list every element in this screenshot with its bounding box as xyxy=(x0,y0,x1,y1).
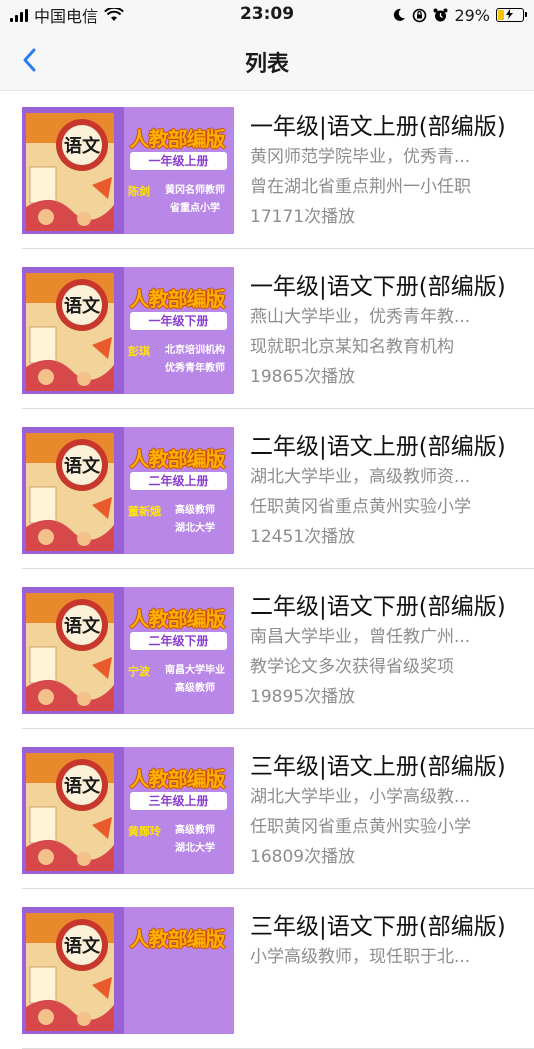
svg-text:语文: 语文 xyxy=(64,615,101,637)
teacher-education: 黄冈师范学院毕业，优秀青... xyxy=(250,147,471,167)
course-title: 三年级|语文上册(部编版) xyxy=(250,754,506,780)
play-count: 16809次播放 xyxy=(250,847,356,867)
teacher-education: 南昌大学毕业，曾任教广州... xyxy=(250,627,471,647)
course-list-item[interactable]: 语文 人教部编版 三年级上册 黄郧玲 高级教师 湖北大学 三年级|语文上册(部编… xyxy=(0,731,534,889)
course-thumbnail: 语文 人教部编版 二年级下册 宁波 南昌大学毕业 高级教师 xyxy=(22,587,234,714)
textbook-cover-image: 语文 xyxy=(22,907,124,1034)
divider xyxy=(22,728,534,729)
alarm-icon xyxy=(433,8,448,21)
course-list-item[interactable]: 语文 人教部编版 一年级下册 彭琪 北京培训机构 优秀青年教师 一年级|语文下册… xyxy=(0,251,534,409)
teacher-description: 南昌大学毕业 高级教师 xyxy=(160,662,230,698)
svg-text:语文: 语文 xyxy=(64,775,101,797)
svg-text:语文: 语文 xyxy=(64,455,101,477)
course-title: 三年级|语文下册(部编版) xyxy=(250,914,506,940)
teacher-name: 董新娥 xyxy=(128,505,161,518)
battery-icon xyxy=(496,8,527,22)
course-title: 二年级|语文下册(部编版) xyxy=(250,594,506,620)
teacher-description-line: 南昌大学毕业 xyxy=(165,665,225,676)
grade-label: 二年级下册 xyxy=(130,632,227,650)
banner-label: 人教部编版 xyxy=(129,447,226,471)
grade-label: 一年级下册 xyxy=(130,312,227,330)
svg-text:语文: 语文 xyxy=(64,135,101,157)
teacher-education: 燕山大学毕业，优秀青年教... xyxy=(250,307,471,327)
textbook-cover-image: 语文 xyxy=(22,267,124,394)
course-thumbnail: 语文 人教部编版 xyxy=(22,907,234,1034)
teacher-position: 任职黄冈省重点黄州实验小学 xyxy=(250,817,471,837)
course-thumbnail: 语文 人教部编版 二年级上册 董新娥 高级教师 湖北大学 xyxy=(22,427,234,554)
teacher-position: 任职黄冈省重点黄州实验小学 xyxy=(250,497,471,517)
course-thumbnail: 语文 人教部编版 一年级下册 彭琪 北京培训机构 优秀青年教师 xyxy=(22,267,234,394)
course-thumbnail: 语文 人教部编版 三年级上册 黄郧玲 高级教师 湖北大学 xyxy=(22,747,234,874)
svg-text:语文: 语文 xyxy=(64,935,101,957)
teacher-description-line: 黄冈名师教师 xyxy=(165,185,225,196)
banner-label: 人教部编版 xyxy=(129,287,226,311)
teacher-education: 小学高级教师，现任职于北... xyxy=(250,947,471,967)
course-list-item[interactable]: 语文 人教部编版 三年级|语文下册(部编版) 小学高级教师，现任职于北... xyxy=(0,891,534,1049)
status-right: 29% xyxy=(392,5,527,25)
course-title: 二年级|语文上册(部编版) xyxy=(250,434,506,460)
divider xyxy=(22,568,534,569)
teacher-description: 高级教师 湖北大学 xyxy=(160,502,230,538)
grade-label: 三年级上册 xyxy=(130,792,227,810)
teacher-description-line: 北京培训机构 xyxy=(165,345,225,356)
textbook-cover-image: 语文 xyxy=(22,587,124,714)
status-bar: 中国电信 23:09 29% xyxy=(0,0,534,30)
grade-label: 一年级上册 xyxy=(130,152,227,170)
teacher-description-line: 优秀青年教师 xyxy=(165,363,225,374)
textbook-cover-image: 语文 xyxy=(22,427,124,554)
course-thumbnail: 语文 人教部编版 一年级上册 陈剑 黄冈名师教师 省重点小学 xyxy=(22,107,234,234)
battery-percent: 29% xyxy=(454,5,490,25)
teacher-position: 教学论文多次获得省级奖项 xyxy=(250,657,454,677)
moon-icon xyxy=(394,8,406,21)
grade-label: 二年级上册 xyxy=(130,472,227,490)
course-list-item[interactable]: 语文 人教部编版 一年级上册 陈剑 黄冈名师教师 省重点小学 一年级|语文上册(… xyxy=(0,91,534,249)
teacher-name: 彭琪 xyxy=(128,345,150,358)
teacher-education: 湖北大学毕业，小学高级教... xyxy=(250,787,471,807)
banner-label: 人教部编版 xyxy=(129,607,226,631)
play-count: 19895次播放 xyxy=(250,687,356,707)
teacher-description-line: 省重点小学 xyxy=(170,203,220,214)
divider xyxy=(22,408,534,409)
course-title: 一年级|语文上册(部编版) xyxy=(250,114,506,140)
rotation-lock-icon xyxy=(413,8,427,22)
course-list-item[interactable]: 语文 人教部编版 二年级上册 董新娥 高级教师 湖北大学 二年级|语文上册(部编… xyxy=(0,411,534,569)
teacher-description-line: 高级教师 xyxy=(175,505,215,516)
teacher-description-line: 湖北大学 xyxy=(175,523,215,534)
teacher-description-line: 高级教师 xyxy=(175,683,215,694)
teacher-description: 黄冈名师教师 省重点小学 xyxy=(160,182,230,218)
teacher-description: 北京培训机构 优秀青年教师 xyxy=(160,342,230,378)
teacher-name: 宁波 xyxy=(128,665,150,678)
teacher-position: 现就职北京某知名教育机构 xyxy=(250,337,454,357)
svg-text:语文: 语文 xyxy=(64,295,101,317)
textbook-cover-image: 语文 xyxy=(22,107,124,234)
divider xyxy=(22,248,534,249)
divider xyxy=(22,888,534,889)
teacher-description: 高级教师 湖北大学 xyxy=(160,822,230,858)
banner-label: 人教部编版 xyxy=(129,927,226,951)
teacher-description-line: 高级教师 xyxy=(175,825,215,836)
navigation-bar: 列表 xyxy=(0,30,534,91)
teacher-description-line: 湖北大学 xyxy=(175,843,215,854)
page-title: 列表 xyxy=(244,52,289,77)
textbook-cover-image: 语文 xyxy=(22,747,124,874)
play-count: 17171次播放 xyxy=(250,207,356,227)
teacher-name: 黄郧玲 xyxy=(128,825,161,838)
play-count: 12451次播放 xyxy=(250,527,356,547)
banner-label: 人教部编版 xyxy=(129,127,226,151)
banner-label: 人教部编版 xyxy=(129,767,226,791)
teacher-education: 湖北大学毕业，高级教师资... xyxy=(250,467,471,487)
course-title: 一年级|语文下册(部编版) xyxy=(250,274,506,300)
play-count: 19865次播放 xyxy=(250,367,356,387)
teacher-name: 陈剑 xyxy=(128,185,150,198)
course-list-item[interactable]: 语文 人教部编版 二年级下册 宁波 南昌大学毕业 高级教师 二年级|语文下册(部… xyxy=(0,571,534,729)
teacher-position: 曾在湖北省重点荆州一小任职 xyxy=(250,177,471,197)
